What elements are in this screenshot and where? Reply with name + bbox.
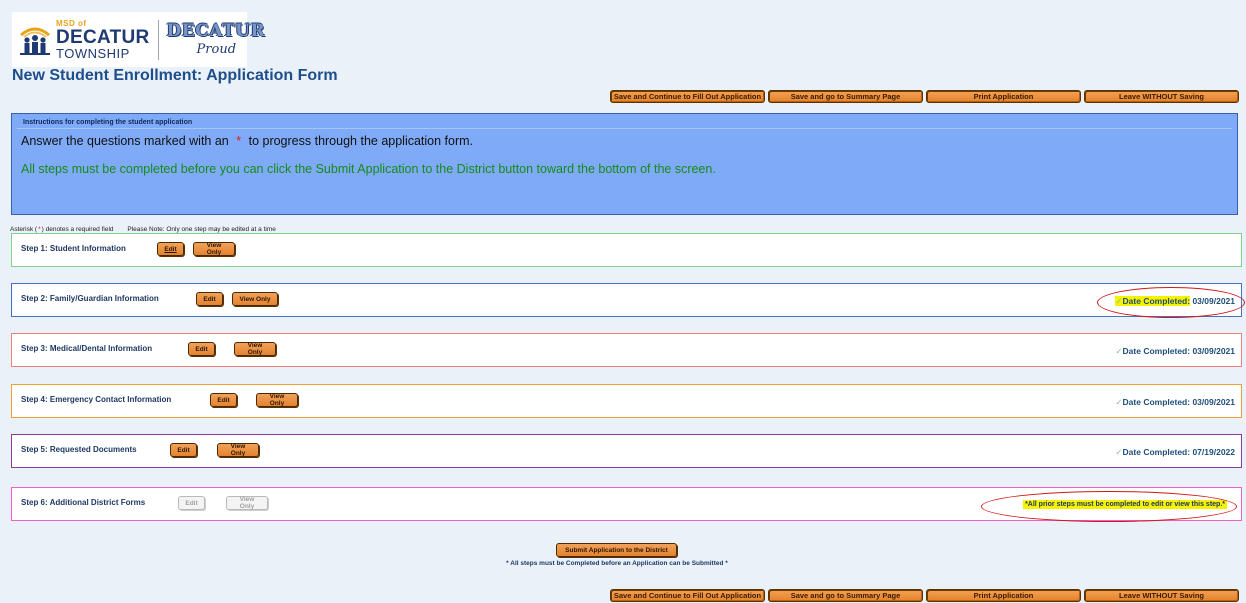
step-title: Step 6: Additional District Forms [21, 498, 146, 507]
one-step-note: Please Note: Only one step may be edited… [127, 226, 276, 233]
step-3-date-completed: ✓Date Completed: 03/09/2021 [1115, 346, 1235, 357]
date-completed-value: 03/09/2021 [1192, 397, 1235, 407]
step-2-view-only-button[interactable]: View Only [232, 292, 278, 306]
leave-without-saving-button[interactable]: Leave WITHOUT Saving [1084, 90, 1239, 103]
decatur-proud-logo: DECATUR Proud [167, 19, 265, 61]
date-completed-value: 03/09/2021 [1192, 296, 1235, 306]
asterisk-note-end: ) denotes a required field [41, 226, 114, 233]
required-star: * [236, 134, 242, 148]
step-title: Step 3: Medical/Dental Information [21, 344, 153, 353]
step-5-edit-button[interactable]: Edit [170, 443, 197, 457]
step-6-view-only-button[interactable]: View Only [226, 496, 268, 510]
district-name: MSD of DECATUR TOWNSHIP [56, 19, 150, 61]
step-3-panel: Step 3: Medical/Dental Information Edit … [11, 333, 1242, 367]
instructions-line-1-end: to progress through the application form… [248, 134, 474, 148]
prior-steps-message: *All prior steps must be completed to ed… [1023, 500, 1227, 509]
top-toolbar: Save and Continue to Fill Out Applicatio… [610, 90, 1239, 103]
print-application-button[interactable]: Print Application [926, 589, 1081, 602]
date-completed-label: Date Completed: [1122, 346, 1191, 356]
step-1-edit-button[interactable]: Edit [157, 242, 184, 256]
step-4-panel: Step 4: Emergency Contact Information Ed… [11, 384, 1242, 418]
instructions-line-1: Answer the questions marked with an * to… [21, 134, 1237, 148]
step-6-panel: Step 6: Additional District Forms Edit V… [11, 487, 1242, 522]
step-2-date-completed: ✓Date Completed: 03/09/2021 [1115, 296, 1235, 307]
logo-decatur: DECATUR [56, 26, 150, 48]
step-3-view-only-button[interactable]: View Only [234, 342, 276, 356]
save-summary-button[interactable]: Save and go to Summary Page [768, 589, 923, 602]
submit-application-button[interactable]: Submit Application to the District [556, 543, 677, 557]
check-icon: ✓ [1115, 346, 1123, 356]
check-icon: ✓ [1115, 296, 1123, 306]
step-2-edit-button[interactable]: Edit [196, 292, 223, 306]
date-completed-label: Date Completed: [1122, 296, 1191, 306]
leave-without-saving-button[interactable]: Leave WITHOUT Saving [1084, 589, 1239, 602]
date-completed-value: 03/09/2021 [1192, 346, 1235, 356]
step-1-view-only-button[interactable]: View Only [193, 242, 235, 256]
instructions-panel: Instructions for completing the student … [11, 113, 1238, 215]
save-continue-button[interactable]: Save and Continue to Fill Out Applicatio… [610, 589, 765, 602]
check-icon: ✓ [1115, 447, 1123, 457]
district-logo: MSD of DECATUR TOWNSHIP [18, 19, 150, 61]
district-seal-icon [18, 23, 52, 57]
step-title: Step 4: Emergency Contact Information [21, 395, 172, 404]
logo-divider [157, 19, 159, 60]
step-title: Step 2: Family/Guardian Information [21, 294, 159, 303]
required-field-note: Asterisk (*) denotes a required field Pl… [10, 226, 276, 233]
logo-township: TOWNSHIP [56, 45, 130, 61]
date-completed-label: Date Completed: [1122, 447, 1191, 457]
step-5-view-only-button[interactable]: View Only [217, 443, 259, 457]
save-summary-button[interactable]: Save and go to Summary Page [768, 90, 923, 103]
asterisk-note-start: Asterisk ( [10, 226, 38, 233]
bottom-toolbar: Save and Continue to Fill Out Applicatio… [610, 589, 1239, 602]
step-title: Step 1: Student Information [21, 244, 126, 253]
step-4-date-completed: ✓Date Completed: 03/09/2021 [1115, 397, 1235, 408]
step-4-view-only-button[interactable]: View Only [256, 393, 298, 407]
check-icon: ✓ [1115, 397, 1123, 407]
page-title: New Student Enrollment: Application Form [12, 67, 338, 84]
step-3-edit-button[interactable]: Edit [188, 342, 215, 356]
step-title: Step 5: Requested Documents [21, 445, 137, 454]
step-2-panel: Step 2: Family/Guardian Information Edit… [11, 283, 1245, 318]
step-5-panel: Step 5: Requested Documents Edit View On… [11, 434, 1242, 468]
proud-logo-bottom: Proud [196, 41, 237, 57]
step-4-edit-button[interactable]: Edit [210, 393, 237, 407]
step-5-date-completed: ✓Date Completed: 07/19/2022 [1115, 447, 1235, 458]
proud-logo-top: DECATUR [166, 20, 266, 41]
step-1-panel: Step 1: Student Information Edit View On… [11, 233, 1242, 267]
instructions-line-1-start: Answer the questions marked with an [21, 134, 229, 148]
date-completed-label: Date Completed: [1122, 397, 1191, 407]
instructions-line-2: All steps must be completed before you c… [21, 162, 716, 176]
step-6-edit-button[interactable]: Edit [178, 496, 205, 510]
submit-note: * All steps must be Completed before an … [506, 560, 728, 567]
instructions-title: Instructions for completing the student … [17, 114, 1232, 129]
header-logos: MSD of DECATUR TOWNSHIP DECATUR Proud [12, 12, 265, 67]
save-continue-button[interactable]: Save and Continue to Fill Out Applicatio… [610, 90, 765, 103]
print-application-button[interactable]: Print Application [926, 90, 1081, 103]
date-completed-value: 07/19/2022 [1192, 447, 1235, 457]
